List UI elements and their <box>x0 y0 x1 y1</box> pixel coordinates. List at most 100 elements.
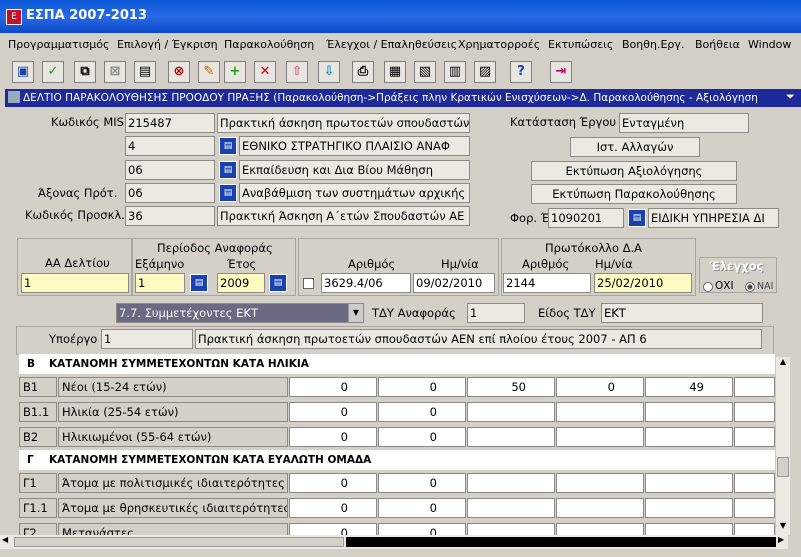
value-cell[interactable]: 0 <box>289 427 377 447</box>
call-code-field[interactable]: 36 <box>125 206 215 226</box>
program-title-field[interactable]: ΕΘΝΙΚΟ ΣΤΡΑΤΗΓΙΚΟ ΠΛΑΙΣΙΟ ΑΝΑΦ <box>239 136 470 156</box>
aa-field[interactable]: 1 <box>21 273 129 293</box>
number-checkbox[interactable] <box>303 278 314 289</box>
vertical-scrollbar[interactable]: ▲ ▼ <box>775 357 790 535</box>
value-cell[interactable]: 49 <box>645 377 733 397</box>
chevron-down-icon[interactable]: ▼ <box>348 304 363 322</box>
horizontal-scrollbar[interactable]: ◀ ▶ <box>0 535 788 549</box>
exit-icon[interactable]: ⇥ <box>550 61 572 83</box>
value-cell[interactable] <box>467 427 555 447</box>
list-icon[interactable]: ▦ <box>384 61 406 83</box>
lov-icon[interactable]: ▤ <box>219 161 237 179</box>
value-cell[interactable]: 0 <box>378 427 466 447</box>
value-cell[interactable]: 0 <box>289 498 377 518</box>
row-code-cell[interactable]: Β1 <box>19 377 57 397</box>
op-title-field[interactable]: Εκπαίδευση και Δια Βίου Μάθηση <box>239 160 470 180</box>
control-yes-radio[interactable] <box>745 282 755 292</box>
value-cell[interactable] <box>645 498 733 518</box>
copy-icon[interactable]: ⧉ <box>74 61 96 83</box>
value-cell[interactable] <box>734 427 775 447</box>
value-cell[interactable] <box>556 473 644 493</box>
value-cell[interactable] <box>734 377 775 397</box>
lov-icon[interactable]: ▤ <box>219 184 237 202</box>
value-cell[interactable]: 0 <box>556 377 644 397</box>
row-code-cell[interactable]: Β2 <box>19 427 57 447</box>
save-icon[interactable]: ▣ <box>12 61 34 83</box>
subproject-code-field[interactable]: 1 <box>101 329 193 349</box>
call-title-field[interactable]: Πρακτική Άσκηση Α΄ετών Σπουδαστών ΑΕ <box>217 206 470 226</box>
menu-cashflows[interactable]: Χρηματορροές <box>458 38 540 51</box>
mis-title-field[interactable]: Πρακτική άσκηση πρωτοετών σπουδαστών <box>217 113 470 133</box>
protocol-date-field[interactable]: 25/02/2010 <box>594 273 692 293</box>
doc-icon[interactable]: ▥ <box>444 61 466 83</box>
row-label-cell[interactable]: Νέοι (15-24 ετών) <box>58 377 288 397</box>
scroll-right-icon[interactable]: ▶ <box>778 535 784 544</box>
menu-monitoring[interactable]: Παρακολούθηση <box>224 38 314 51</box>
menu-help[interactable]: Βοήθεια <box>695 38 740 51</box>
value-cell[interactable]: 0 <box>378 498 466 518</box>
tdy-type-field[interactable]: ΕΚΤ <box>601 303 763 323</box>
print-icon[interactable]: ⎙ <box>352 61 374 83</box>
lov-icon[interactable]: ▤ <box>190 274 208 292</box>
print-evaluation-button[interactable]: Εκτύπωση Αξιολόγησης <box>531 161 737 181</box>
indicator-select[interactable]: 7.7. Συμμετέχοντες ΕΚΤ <box>116 303 364 323</box>
op-code-field[interactable]: 06 <box>125 160 215 180</box>
row-code-cell[interactable]: Β1.1 <box>19 402 57 422</box>
semester-field[interactable]: 1 <box>135 273 185 293</box>
value-cell[interactable]: 0 <box>289 402 377 422</box>
history-button[interactable]: Ιστ. Αλλαγών <box>570 137 700 157</box>
tdy-field[interactable]: 1 <box>467 303 525 323</box>
row-label-cell[interactable]: Ηλικία (25-54 ετών) <box>58 402 288 422</box>
value-cell[interactable] <box>734 498 775 518</box>
menu-audits[interactable]: Έλεγχοι / Επαληθεύσεις <box>326 38 457 51</box>
print-monitoring-button[interactable]: Εκτύπωση Παρακολούθησης <box>531 184 737 204</box>
value-cell[interactable] <box>467 402 555 422</box>
subproject-title-field[interactable]: Πρακτική άσκηση πρωτοετών σπουδαστών ΑΕΝ… <box>195 329 762 349</box>
delete-icon[interactable]: ✕ <box>254 61 276 83</box>
value-cell[interactable] <box>467 473 555 493</box>
scroll-up-icon[interactable]: ▲ <box>776 357 790 371</box>
menu-programming[interactable]: Προγραμματισμός <box>8 38 109 51</box>
axis-code-field[interactable]: 06 <box>125 183 215 203</box>
status-field[interactable]: Ενταγμένη <box>619 113 749 133</box>
clipboard-icon[interactable]: ▨ <box>474 61 496 83</box>
menu-window[interactable]: Window <box>748 38 791 51</box>
h-scroll-track[interactable] <box>346 537 776 547</box>
scroll-left-icon[interactable]: ◀ <box>2 535 8 544</box>
mis-code-field[interactable]: 215487 <box>125 113 215 133</box>
form-icon[interactable]: ▧ <box>414 61 436 83</box>
value-cell[interactable]: 0 <box>378 377 466 397</box>
body-code-field[interactable]: 1090201 <box>548 208 624 228</box>
value-cell[interactable]: 0 <box>289 473 377 493</box>
body-title-field[interactable]: ΕΙΔΙΚΗ ΥΠΗΡΕΣΙΑ ΔΙ <box>648 208 779 228</box>
row-label-cell[interactable]: Άτομα με θρησκευτικές ιδιαιτερότητες ( <box>58 498 288 518</box>
minimize-icon[interactable]: ⏷ <box>786 90 795 104</box>
cancel-icon[interactable]: ⊠ <box>104 61 126 83</box>
program-code-field[interactable]: 4 <box>125 136 215 156</box>
row-label-cell[interactable]: Άτομα με πολιτισμικές ιδιαιτερότητες (Ρ <box>58 473 288 493</box>
help-icon[interactable]: ? <box>510 61 532 83</box>
down-icon[interactable]: ⇩ <box>318 61 340 83</box>
value-cell[interactable] <box>556 402 644 422</box>
lov-icon[interactable]: ▤ <box>628 209 646 227</box>
scroll-thumb[interactable] <box>777 457 789 477</box>
control-no-radio[interactable] <box>703 282 713 292</box>
value-cell[interactable] <box>556 498 644 518</box>
value-cell[interactable] <box>645 473 733 493</box>
menu-selection[interactable]: Επιλογή / Έγκριση <box>117 38 218 51</box>
value-cell[interactable]: 0 <box>378 402 466 422</box>
value-cell[interactable] <box>734 402 775 422</box>
date-field[interactable]: 09/02/2010 <box>413 273 495 293</box>
year-field[interactable]: 2009 <box>217 273 265 293</box>
paste-icon[interactable]: ▤ <box>134 61 156 83</box>
lov-icon[interactable]: ▤ <box>219 137 237 155</box>
h-scroll-thumb[interactable] <box>14 537 344 547</box>
value-cell[interactable]: 50 <box>467 377 555 397</box>
value-cell[interactable] <box>556 427 644 447</box>
row-code-cell[interactable]: Γ1.1 <box>19 498 57 518</box>
ok-icon[interactable]: ✓ <box>42 61 64 83</box>
edit-icon[interactable]: ✎ <box>198 61 220 83</box>
row-code-cell[interactable]: Γ1 <box>19 473 57 493</box>
axis-title-field[interactable]: Αναβάθμιση των συστημάτων αρχικής ε <box>239 183 470 203</box>
menu-prints[interactable]: Εκτυπώσεις <box>548 38 613 51</box>
